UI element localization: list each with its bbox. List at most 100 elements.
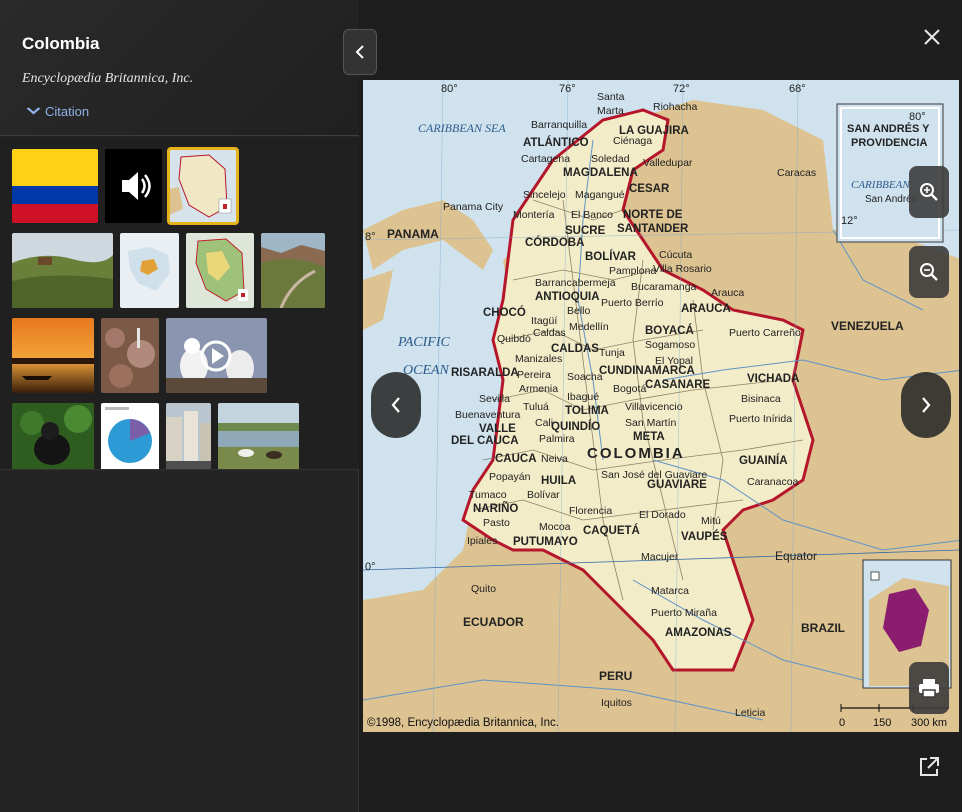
department-label: SANTANDER bbox=[617, 223, 689, 235]
colombia-map[interactable]: 80° 76° 72° 68° 8° 0° CARIBBEAN SEA PACI… bbox=[363, 80, 959, 732]
equator-label: Equator bbox=[775, 549, 817, 563]
print-icon bbox=[919, 679, 939, 698]
thumb-landscape-farm[interactable] bbox=[12, 233, 113, 308]
department-label: CÓRDOBA bbox=[525, 236, 584, 249]
city-label: Sincelejo bbox=[523, 189, 566, 201]
department-label: VALLE bbox=[479, 423, 516, 435]
city-label: Caldas bbox=[533, 327, 566, 339]
country-label: PERU bbox=[599, 669, 632, 683]
page-title: Colombia bbox=[22, 34, 100, 53]
city-label: Pamplona bbox=[609, 265, 656, 277]
city-label: Tunja bbox=[599, 347, 625, 359]
city-label: Matarca bbox=[651, 585, 689, 597]
longitude-label: 80° bbox=[441, 83, 458, 95]
city-label: Puerto Miraña bbox=[651, 607, 717, 619]
city-label: Montería bbox=[513, 209, 555, 221]
sidebar: Colombia Encyclopædia Britannica, Inc. C… bbox=[0, 0, 359, 812]
department-label: VAUPÉS bbox=[681, 530, 728, 543]
thumb-coffee-plants[interactable] bbox=[101, 318, 159, 393]
previous-image-button[interactable] bbox=[371, 372, 421, 438]
city-label: Leticia bbox=[735, 707, 766, 719]
city-label: Soacha bbox=[567, 371, 603, 383]
city-label: Barranquilla bbox=[531, 119, 587, 131]
sea-label: CARIBBEAN SEA bbox=[418, 121, 506, 135]
country-label-colombia: COLOMBIA bbox=[587, 445, 685, 462]
citation-toggle[interactable]: Citation bbox=[26, 104, 90, 119]
department-label: CESAR bbox=[629, 183, 670, 195]
thumb-flag[interactable] bbox=[12, 149, 98, 223]
city-label: Popayán bbox=[489, 471, 531, 483]
city-label: Puerto Inírida bbox=[729, 413, 792, 425]
longitude-label: 68° bbox=[789, 83, 806, 95]
city-label: Iquitos bbox=[601, 697, 632, 709]
city-label: San Martín bbox=[625, 417, 677, 429]
department-label: TOLIMA bbox=[565, 405, 609, 417]
close-button[interactable] bbox=[920, 22, 944, 52]
zoom-out-button[interactable] bbox=[909, 246, 949, 298]
city-label: Palmira bbox=[539, 433, 575, 445]
department-label: BOYACÁ bbox=[645, 324, 694, 337]
svg-text:300 km: 300 km bbox=[911, 717, 947, 729]
city-label: Armenia bbox=[519, 383, 558, 395]
thumbnail-grid bbox=[0, 137, 359, 470]
longitude-label: 76° bbox=[559, 83, 576, 95]
citation-label: Citation bbox=[45, 104, 90, 119]
latitude-label: 0° bbox=[365, 561, 376, 573]
department-label: CASANARE bbox=[645, 379, 711, 391]
city-label: Ipiales bbox=[467, 535, 497, 547]
thumb-audio[interactable] bbox=[105, 149, 162, 223]
department-label: PUTUMAYO bbox=[513, 536, 578, 548]
city-label: Ibagué bbox=[567, 391, 599, 403]
open-external-button[interactable] bbox=[918, 756, 940, 780]
city-label: Quibdó bbox=[497, 333, 531, 345]
thumb-sunset-river[interactable] bbox=[12, 318, 94, 393]
department-label: CAUCA bbox=[495, 453, 537, 465]
thumb-locator-map[interactable] bbox=[120, 233, 179, 308]
print-button[interactable] bbox=[909, 662, 949, 714]
city-label: Caracas bbox=[777, 167, 816, 179]
city-label: Mocoa bbox=[539, 521, 571, 533]
thumb-city-street[interactable] bbox=[166, 403, 211, 469]
department-label: DEL CAUCA bbox=[451, 435, 519, 447]
department-label: ANTIOQUIA bbox=[535, 291, 600, 303]
svg-text:0: 0 bbox=[839, 717, 845, 729]
city-label: Quito bbox=[471, 583, 496, 595]
department-label: QUINDÍO bbox=[551, 420, 600, 433]
thumb-physical-map[interactable] bbox=[186, 233, 254, 308]
city-label: San José del Guaviare bbox=[601, 469, 707, 481]
city-label: Panama City bbox=[443, 201, 504, 213]
collapse-sidebar-button[interactable] bbox=[343, 29, 377, 75]
thumb-boobies-video[interactable] bbox=[166, 318, 267, 393]
department-label: ARAUCA bbox=[681, 303, 731, 315]
chevron-right-icon bbox=[922, 397, 931, 413]
department-label: NORTE DE bbox=[623, 209, 683, 221]
city-label: Cúcuta bbox=[659, 249, 692, 261]
thumb-pie-chart[interactable] bbox=[101, 403, 159, 469]
department-label: CAQUETÁ bbox=[583, 524, 640, 537]
sidebar-header: Colombia Encyclopædia Britannica, Inc. C… bbox=[0, 0, 359, 136]
inset-title: PROVIDENCIA bbox=[851, 137, 927, 149]
thumb-monkey[interactable] bbox=[12, 403, 94, 469]
longitude-label: 72° bbox=[673, 83, 690, 95]
zoom-in-button[interactable] bbox=[909, 166, 949, 218]
zoom-in-icon bbox=[920, 183, 938, 201]
thumb-wetland-cattle[interactable] bbox=[218, 403, 299, 469]
city-label: Macujer bbox=[641, 551, 679, 563]
city-label: Sevilla bbox=[479, 393, 510, 405]
city-label: Caranacoa bbox=[747, 476, 799, 488]
chevron-left-icon bbox=[391, 397, 400, 413]
department-label: BOLÍVAR bbox=[585, 250, 637, 263]
city-label: El Yopal bbox=[655, 355, 693, 367]
city-label: Buenaventura bbox=[455, 409, 521, 421]
city-label: El Dorado bbox=[639, 509, 686, 521]
city-label: Villavicencio bbox=[625, 401, 683, 413]
city-label: Tumaco bbox=[469, 489, 507, 501]
next-image-button[interactable] bbox=[901, 372, 951, 438]
chevron-down-icon bbox=[26, 106, 41, 118]
thumb-map-selected[interactable] bbox=[167, 147, 239, 225]
department-label: AMAZONAS bbox=[665, 627, 732, 639]
city-label: Marta bbox=[597, 105, 624, 117]
city-label: Pereira bbox=[517, 369, 551, 381]
thumb-valley-road[interactable] bbox=[261, 233, 325, 308]
city-label: Puerto Berrío bbox=[601, 297, 664, 309]
